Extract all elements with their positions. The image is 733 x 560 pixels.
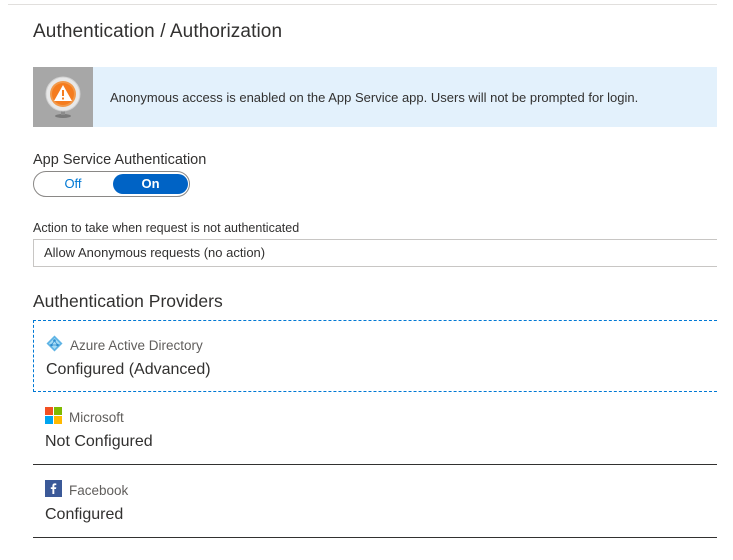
facebook-icon	[45, 480, 62, 497]
provider-header: Azure Active Directory	[46, 334, 203, 353]
unauthenticated-action-select[interactable]: Allow Anonymous requests (no action)	[33, 239, 717, 267]
provider-header: Facebook	[45, 479, 128, 498]
provider-status: Not Configured	[45, 433, 153, 450]
provider-status: Configured	[45, 506, 124, 523]
providers-section-title: Authentication Providers	[33, 291, 223, 311]
top-divider	[8, 4, 717, 5]
banner-message: Anonymous access is enabled on the App S…	[110, 89, 639, 105]
microsoft-icon	[45, 407, 62, 424]
info-banner: Anonymous access is enabled on the App S…	[33, 67, 717, 127]
provider-azure-active-directory[interactable]: Azure Active Directory Configured (Advan…	[33, 320, 717, 392]
provider-name: Azure Active Directory	[70, 338, 203, 353]
provider-status: Configured (Advanced)	[46, 361, 211, 378]
warning-icon	[45, 76, 81, 118]
toggle-off-option[interactable]: Off	[34, 172, 112, 196]
provider-facebook[interactable]: Facebook Configured	[33, 466, 717, 538]
unauthenticated-action-label: Action to take when request is not authe…	[33, 221, 300, 235]
page-title: Authentication / Authorization	[33, 21, 283, 42]
azure-ad-icon	[46, 335, 63, 352]
banner-icon-box	[33, 67, 93, 127]
app-service-auth-label: App Service Authentication	[33, 152, 207, 168]
toggle-on-option[interactable]: On	[113, 174, 188, 194]
provider-microsoft[interactable]: Microsoft Not Configured	[33, 393, 717, 465]
provider-name: Microsoft	[69, 410, 124, 425]
provider-name: Facebook	[69, 483, 129, 498]
app-service-auth-toggle[interactable]: Off On	[33, 171, 190, 197]
provider-header: Microsoft	[45, 406, 124, 425]
